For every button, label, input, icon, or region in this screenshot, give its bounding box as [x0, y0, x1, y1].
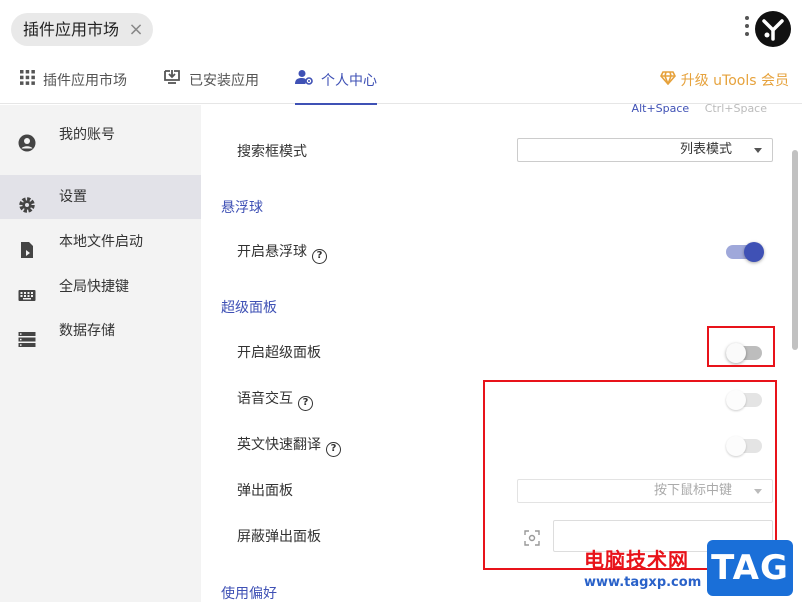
more-options-icon[interactable] — [742, 16, 752, 42]
hotkey-hints: Alt+Space Ctrl+Space — [632, 102, 767, 115]
help-icon[interactable]: ? — [298, 396, 313, 411]
account-icon — [18, 126, 36, 152]
float-ball-section-title: 悬浮球 — [221, 200, 263, 216]
voice-row: 语音交互? — [237, 389, 313, 411]
hotkey-hint-alt-space[interactable]: Alt+Space — [632, 102, 690, 115]
search-chip-label: 插件应用市场 — [23, 20, 120, 39]
tab-label: 个人中心 — [321, 73, 377, 89]
popup-panel-select[interactable]: 按下鼠标中键 — [517, 479, 773, 503]
storage-icon — [18, 322, 36, 347]
search-mode-label: 搜索框模式 — [237, 144, 307, 160]
float-ball-toggle[interactable] — [726, 242, 764, 262]
sidebar-item-global-shortcuts[interactable]: 全局快捷键 — [0, 265, 201, 309]
sidebar-item-local-file-launch[interactable]: 本地文件启动 — [0, 220, 201, 264]
sidebar-item-label: 本地文件启动 — [59, 234, 143, 250]
super-panel-section-title: 超级面板 — [221, 300, 277, 316]
scrollbar[interactable] — [789, 105, 802, 602]
translate-row: 英文快速翻译? — [237, 435, 341, 457]
title-bar: 插件应用市场 × — [0, 0, 802, 58]
sidebar-item-label: 我的账号 — [59, 127, 115, 143]
sidebar-item-settings[interactable]: 设置 — [0, 175, 201, 219]
super-panel-label: 开启超级面板 — [237, 345, 321, 361]
voice-toggle[interactable] — [726, 390, 762, 410]
tab-label: 已安装应用 — [189, 73, 259, 89]
diamond-icon — [659, 58, 676, 104]
popup-panel-label: 弹出面板 — [237, 483, 293, 499]
tab-bar: 插件应用市场 已安装应用 个人中心 升级 uTools 会员 — [0, 58, 802, 105]
scan-icon[interactable] — [524, 530, 540, 546]
hotkey-hint-ctrl-space[interactable]: Ctrl+Space — [705, 102, 767, 115]
float-ball-row: 开启悬浮球? — [237, 242, 327, 264]
utools-logo-icon[interactable] — [755, 11, 791, 47]
close-icon[interactable]: × — [127, 13, 145, 46]
scrollbar-thumb[interactable] — [792, 150, 798, 350]
installed-icon — [163, 58, 181, 104]
keyboard-icon — [18, 278, 36, 301]
preferences-section-title: 使用偏好 — [221, 586, 277, 602]
sidebar-item-label: 数据存储 — [59, 323, 115, 339]
super-panel-toggle[interactable] — [726, 343, 762, 363]
grid-icon — [20, 58, 35, 104]
help-icon[interactable]: ? — [312, 249, 327, 264]
toggle-knob — [726, 436, 746, 456]
gear-icon — [18, 188, 36, 213]
float-ball-label: 开启悬浮球 — [237, 244, 307, 260]
tab-personal-center[interactable]: 个人中心 — [295, 58, 377, 105]
watermark-url: www.tagxp.com — [584, 575, 702, 590]
toggle-knob — [726, 390, 746, 410]
tab-label: 插件应用市场 — [43, 73, 127, 89]
search-mode-select[interactable]: 列表模式 — [517, 138, 773, 162]
watermark-title: 电脑技术网 — [584, 548, 689, 572]
toggle-knob — [726, 343, 746, 363]
sidebar-item-account[interactable]: 我的账号 — [0, 113, 201, 157]
sidebar-item-label: 设置 — [59, 189, 87, 205]
watermark-tag-logo: TAG — [707, 540, 793, 596]
tab-installed[interactable]: 已安装应用 — [163, 58, 259, 104]
sidebar-item-label: 全局快捷键 — [59, 279, 129, 295]
translate-label: 英文快速翻译 — [237, 437, 321, 453]
translate-toggle[interactable] — [726, 436, 762, 456]
block-popup-label: 屏蔽弹出面板 — [237, 529, 321, 545]
tab-plugin-market[interactable]: 插件应用市场 — [20, 58, 127, 104]
file-launch-icon — [18, 233, 36, 258]
upgrade-button[interactable]: 升级 uTools 会员 — [659, 58, 789, 104]
voice-label: 语音交互 — [237, 391, 293, 407]
settings-panel: Alt+Space Ctrl+Space 搜索框模式 列表模式 悬浮球 开启悬浮… — [201, 102, 789, 602]
upgrade-label: 升级 uTools 会员 — [680, 73, 789, 89]
sidebar: 我的账号 设置 本地文件启动 全局快捷键 数据存储 — [0, 105, 201, 602]
help-icon[interactable]: ? — [326, 442, 341, 457]
search-chip[interactable]: 插件应用市场 × — [11, 13, 154, 46]
sidebar-item-data-storage[interactable]: 数据存储 — [0, 309, 201, 353]
user-gear-icon — [295, 58, 313, 104]
toggle-knob — [744, 242, 764, 262]
